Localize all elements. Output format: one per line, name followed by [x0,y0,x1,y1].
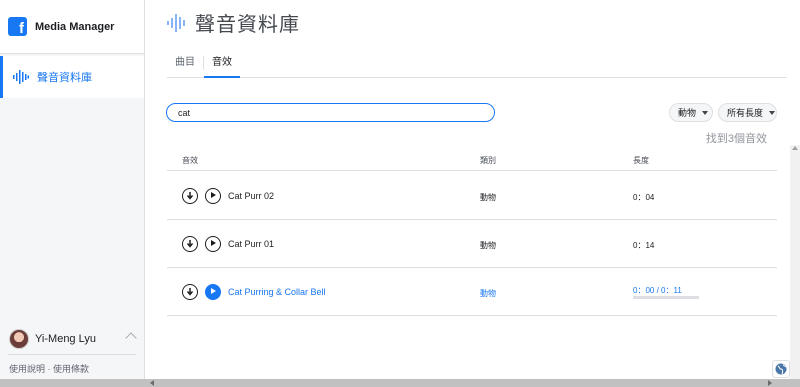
sidebar-item-sound-library[interactable]: 聲音資料庫 [0,56,144,98]
sound-category: 動物 [480,193,496,202]
tab-tracks[interactable]: 曲目 [167,54,203,78]
user-menu[interactable]: Yi-Meng Lyu [0,327,145,351]
sound-length: 0：14 [633,241,655,250]
download-icon[interactable] [182,284,198,300]
brand-name: Media Manager [35,20,115,33]
chevron-up-icon[interactable] [125,332,137,344]
category-dropdown[interactable]: 動物 [669,103,713,122]
table-header: 音效 類別 長度 [167,147,777,171]
sound-name: Cat Purring & Collar Bell [228,287,326,297]
sound-effects-table: 音效 類別 長度 Cat Purr 02 動物 0：04 Cat Purr 01… [167,147,777,316]
play-icon[interactable] [205,188,221,204]
sound-name: Cat Purr 01 [228,239,275,249]
scroll-up-icon[interactable] [792,146,798,150]
caret-down-icon [769,110,776,115]
category-dropdown-label: 動物 [678,108,697,118]
playback-progress-bar[interactable] [633,296,699,299]
sound-category: 動物 [480,241,496,250]
facebook-logo-icon: f [8,17,27,36]
tab-sound-effects[interactable]: 音效 [204,54,240,78]
download-icon[interactable] [182,188,198,204]
results-count: 找到3個音效 [705,133,767,145]
footer-links[interactable]: 使用說明 · 使用條款 [9,362,89,375]
brand-header: f Media Manager [0,0,144,54]
play-icon[interactable] [205,236,221,252]
sound-length: 0：00 / 0：11 [633,286,682,295]
length-dropdown-label: 所有長度 [727,108,764,118]
length-dropdown[interactable]: 所有長度 [718,103,777,122]
play-icon[interactable] [205,284,221,300]
sound-name: Cat Purr 02 [228,191,275,201]
sound-wave-icon [13,70,29,84]
main-content: 聲音資料庫 曲目 音效 動物 所有長度 找到3個音效 音效 類別 長度 [145,0,800,387]
sound-wave-icon [167,13,185,32]
sidebar: f Media Manager 聲音資料庫 Yi-Meng Lyu 使用說明 ·… [0,0,145,387]
sidebar-item-label: 聲音資料庫 [37,72,92,84]
app-window: f Media Manager 聲音資料庫 Yi-Meng Lyu 使用說明 ·… [0,0,800,387]
sound-length: 0：04 [633,193,655,202]
page-header: 聲音資料庫 [167,8,300,37]
download-icon[interactable] [182,236,198,252]
caret-down-icon [702,110,709,115]
header-category[interactable]: 類別 [480,155,496,166]
user-name: Yi-Meng Lyu [35,333,96,345]
globe-icon[interactable] [772,360,790,378]
table-row[interactable]: Cat Purr 02 動物 0：04 [167,172,777,220]
header-length[interactable]: 長度 [633,155,649,166]
header-name[interactable]: 音效 [182,155,198,166]
vertical-scrollbar[interactable] [790,145,800,379]
sidebar-divider [8,354,136,355]
table-row[interactable]: Cat Purring & Collar Bell 動物 0：00 / 0：11 [167,268,777,316]
tab-bar: 曲目 音效 [167,54,787,78]
search-input[interactable] [166,103,495,122]
scroll-right-icon[interactable] [768,380,772,386]
avatar [9,329,29,349]
table-row[interactable]: Cat Purr 01 動物 0：14 [167,220,777,268]
horizontal-scrollbar[interactable] [0,379,800,387]
page-title: 聲音資料庫 [195,14,300,36]
scroll-left-icon[interactable] [150,380,154,386]
sound-category: 動物 [480,289,496,298]
